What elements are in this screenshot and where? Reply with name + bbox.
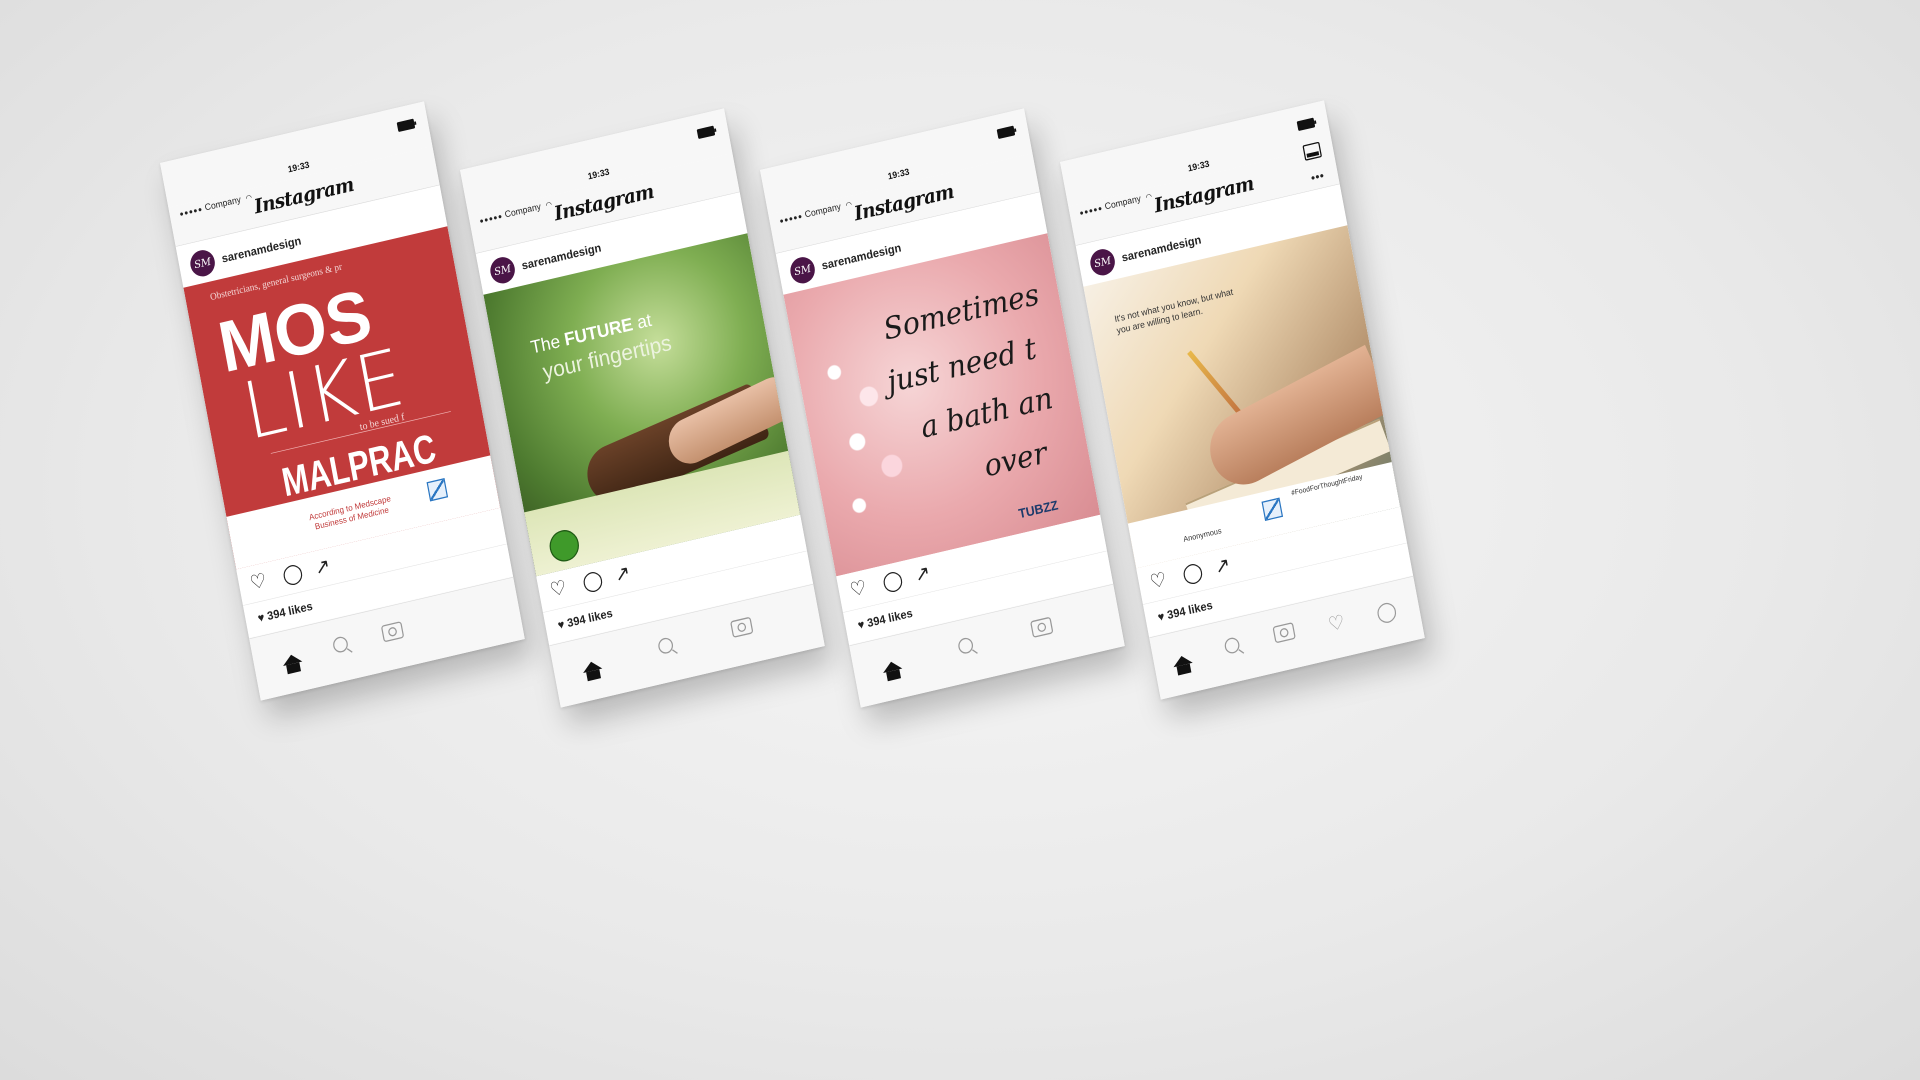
likes-text: 394 likes	[566, 606, 614, 630]
like-icon[interactable]: ♡	[548, 577, 568, 602]
like-icon[interactable]: ♡	[248, 570, 268, 595]
wifi-icon: ◠	[544, 199, 553, 210]
camera-icon[interactable]	[1030, 616, 1054, 644]
brand-logo-icon	[1261, 497, 1284, 521]
avatar[interactable]: SM	[488, 254, 517, 286]
username[interactable]: sarenamdesign	[221, 234, 303, 266]
share-icon[interactable]: ↗	[1213, 554, 1232, 579]
like-icon[interactable]: ♡	[848, 577, 868, 602]
avatar[interactable]: SM	[188, 247, 217, 279]
wifi-icon: ◠	[244, 192, 253, 203]
battery-icon	[696, 125, 716, 140]
likes-count[interactable]: ♥ 394 likes	[557, 606, 614, 632]
home-icon[interactable]	[880, 652, 903, 678]
post-script-3: a bath an	[917, 379, 1056, 445]
likes-count[interactable]: ♥ 394 likes	[1157, 598, 1214, 624]
likes-text: 394 likes	[266, 599, 314, 623]
search-icon[interactable]	[957, 635, 975, 660]
camera-icon[interactable]	[730, 616, 754, 644]
more-icon[interactable]: •••	[1310, 169, 1326, 186]
comment-icon[interactable]: ◯	[881, 568, 905, 594]
wifi-icon: ◠	[844, 199, 853, 210]
username[interactable]: sarenamdesign	[521, 241, 603, 273]
heart-icon[interactable]: ♡	[1326, 610, 1347, 636]
mockup-scene: 19:33 ●●●●●Company ◠ Instagram SM sarenam…	[0, 0, 1920, 1080]
home-icon[interactable]	[580, 652, 603, 678]
likes-text: 394 likes	[1166, 598, 1214, 622]
search-icon[interactable]	[331, 634, 350, 659]
brand-logo: TUBZZ	[1017, 498, 1060, 522]
home-icon[interactable]	[1170, 646, 1193, 672]
camera-icon[interactable]	[1272, 622, 1296, 649]
search-icon[interactable]	[657, 635, 675, 660]
avatar[interactable]: SM	[788, 254, 817, 286]
quote-attribution: Anonymous	[1182, 526, 1223, 544]
likes-count[interactable]: ♥ 394 likes	[857, 606, 914, 632]
heart-filled-icon: ♥	[1156, 609, 1166, 624]
battery-icon	[396, 118, 416, 133]
avatar[interactable]: SM	[1088, 246, 1117, 278]
brand-logo-icon	[426, 478, 449, 502]
profile-icon[interactable]: ◯	[1374, 598, 1399, 625]
likes-count[interactable]: ♥ 394 likes	[257, 599, 314, 625]
source-text: According to Medscape Business of Medici…	[308, 493, 392, 532]
like-icon[interactable]: ♡	[1148, 569, 1168, 594]
username[interactable]: sarenamdesign	[1121, 233, 1203, 265]
heart-filled-icon: ♥	[556, 617, 566, 632]
share-icon[interactable]: ↗	[613, 562, 632, 587]
comment-icon[interactable]: ◯	[581, 568, 605, 594]
heart-filled-icon: ♥	[256, 610, 266, 625]
post-quote: It's not what you know, but what you are…	[1113, 286, 1234, 336]
flowers-decoration	[797, 315, 933, 543]
comment-icon[interactable]: ◯	[281, 561, 305, 587]
heart-filled-icon: ♥	[856, 617, 866, 632]
camera-icon[interactable]	[380, 621, 405, 648]
share-icon[interactable]: ↗	[913, 562, 932, 587]
battery-icon	[1296, 117, 1316, 132]
comment-icon[interactable]: ◯	[1181, 560, 1205, 586]
share-icon[interactable]: ↗	[313, 555, 332, 580]
likes-text: 394 likes	[866, 606, 914, 630]
wifi-icon: ◠	[1144, 191, 1153, 202]
home-icon[interactable]	[280, 645, 303, 671]
username[interactable]: sarenamdesign	[821, 241, 903, 273]
post-script-4: over	[981, 434, 1050, 484]
search-icon[interactable]	[1223, 635, 1241, 660]
battery-icon	[996, 125, 1016, 140]
